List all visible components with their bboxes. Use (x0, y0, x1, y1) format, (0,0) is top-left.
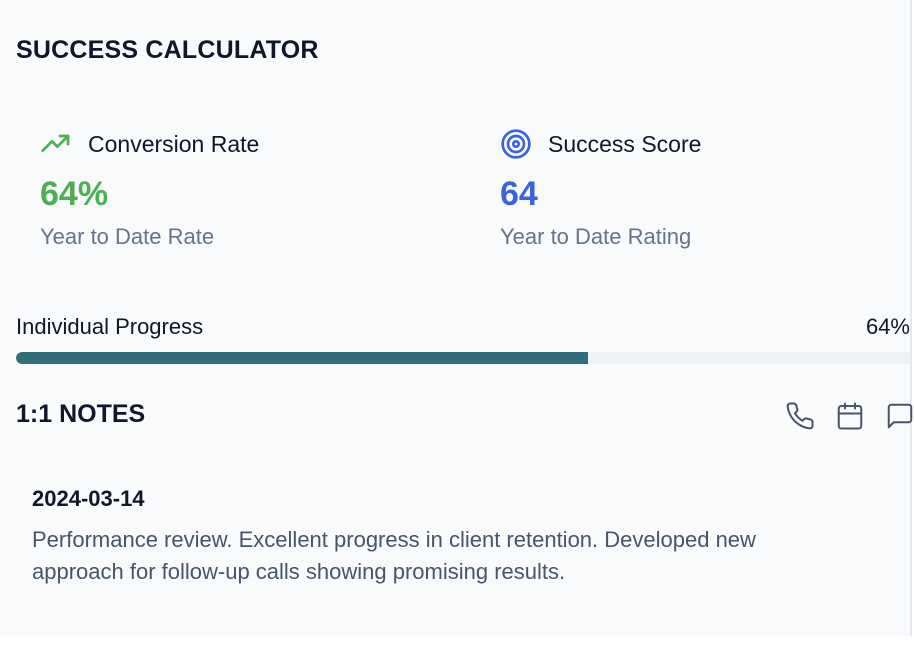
progress-label: Individual Progress (16, 314, 204, 339)
notes-title: 1:1 NOTES (16, 400, 146, 428)
conversion-rate-card: Conversion Rate 64% Year to Date Rate (40, 128, 259, 250)
calendar-icon[interactable] (834, 400, 866, 432)
target-icon (500, 128, 532, 160)
phone-icon[interactable] (784, 400, 816, 432)
metric-label: Conversion Rate (88, 130, 260, 157)
message-icon[interactable] (884, 400, 914, 432)
success-score-card: Success Score 64 Year to Date Rating (500, 128, 701, 250)
panel-divider (910, 0, 912, 636)
section-title: SUCCESS CALCULATOR (16, 36, 319, 64)
note-actions (784, 400, 914, 432)
metric-subtitle: Year to Date Rate (40, 224, 215, 249)
note-date: 2024-03-14 (32, 486, 145, 511)
progress-bar (16, 352, 910, 364)
note-text: Performance review. Excellent progress i… (32, 527, 756, 584)
metric-subtitle: Year to Date Rating (500, 224, 692, 249)
metric-value: 64 (500, 175, 538, 213)
progress-bar-fill (16, 352, 589, 364)
progress-percent: 64% (865, 314, 910, 339)
trending-up-icon (40, 128, 72, 160)
metric-value: 64% (40, 175, 109, 213)
metric-label: Success Score (548, 130, 702, 157)
